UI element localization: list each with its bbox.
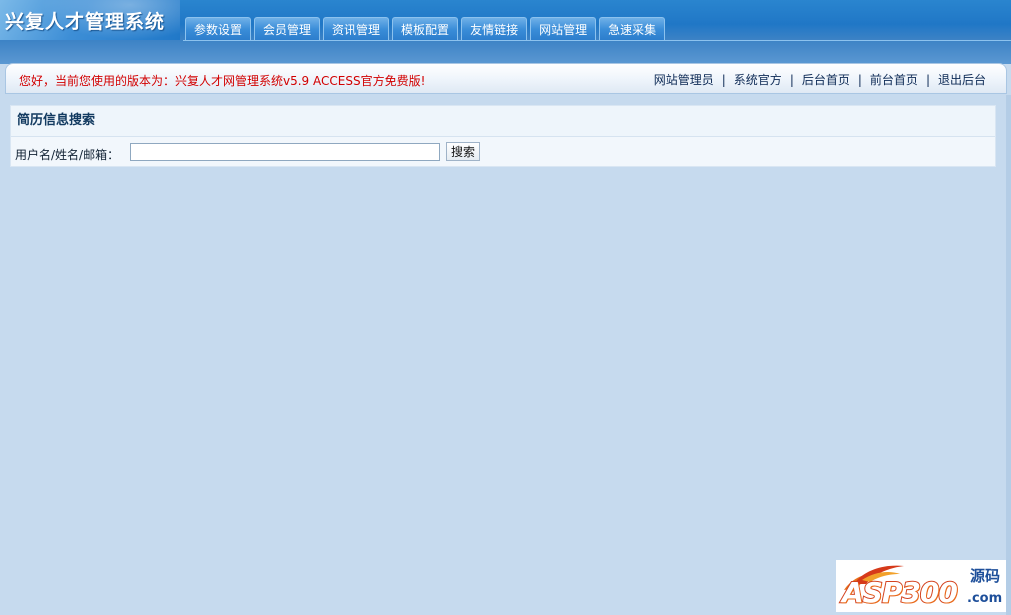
search-row: 用户名/姓名/邮箱： 搜索 bbox=[11, 137, 995, 167]
asp300-watermark-logo: ASP300 源码 .com bbox=[836, 560, 1006, 612]
nav-tab-news[interactable]: 资讯管理 bbox=[323, 17, 390, 41]
nav-tab-members[interactable]: 会员管理 bbox=[254, 17, 321, 41]
nav-baseline bbox=[183, 40, 1011, 41]
nav-tab-quick-collect[interactable]: 急速采集 bbox=[599, 17, 666, 41]
link-official-site[interactable]: 系统官方 bbox=[734, 71, 782, 88]
link-site-admin[interactable]: 网站管理员 bbox=[654, 71, 714, 88]
search-field-label: 用户名/姓名/邮箱： bbox=[15, 148, 120, 162]
welcome-message: 您好，当前您使用的版本为：兴复人才网管理系统v5.9 ACCESS官方免费版! bbox=[19, 74, 426, 88]
nav-tab-params[interactable]: 参数设置 bbox=[185, 17, 252, 41]
link-separator: | bbox=[857, 72, 862, 87]
link-logout[interactable]: 退出后台 bbox=[938, 71, 986, 88]
resume-search-panel: 简历信息搜索 用户名/姓名/邮箱： 搜索 bbox=[10, 105, 996, 167]
app-logo: 兴复人才管理系统 bbox=[0, 0, 180, 40]
info-bar: 您好，当前您使用的版本为：兴复人才网管理系统v5.9 ACCESS官方免费版! … bbox=[5, 63, 1007, 94]
link-separator: | bbox=[721, 72, 726, 87]
link-admin-home[interactable]: 后台首页 bbox=[802, 71, 850, 88]
watermark-main-text: ASP300 bbox=[841, 575, 959, 610]
link-front-home[interactable]: 前台首页 bbox=[870, 71, 918, 88]
search-button[interactable]: 搜索 bbox=[446, 142, 480, 161]
panel-title: 简历信息搜索 bbox=[11, 106, 995, 137]
app-title: 兴复人才管理系统 bbox=[5, 11, 166, 33]
right-frame-edge bbox=[1006, 95, 1011, 615]
watermark-side-text: 源码 bbox=[970, 567, 1001, 585]
nav-tab-site-admin[interactable]: 网站管理 bbox=[530, 17, 597, 41]
main-nav: 参数设置 会员管理 资讯管理 模板配置 友情链接 网站管理 急速采集 bbox=[185, 17, 666, 41]
top-header: 兴复人才管理系统 参数设置 会员管理 资讯管理 模板配置 友情链接 网站管理 急… bbox=[0, 0, 1011, 64]
nav-tab-templates[interactable]: 模板配置 bbox=[392, 17, 459, 41]
search-input[interactable] bbox=[130, 143, 440, 161]
watermark-domain-text: .com bbox=[967, 591, 1003, 606]
top-links: 网站管理员 | 系统官方 | 后台首页 | 前台首页 | 退出后台 bbox=[654, 71, 986, 88]
link-separator: | bbox=[925, 72, 930, 87]
nav-tab-friend-links[interactable]: 友情链接 bbox=[461, 17, 528, 41]
link-separator: | bbox=[789, 72, 794, 87]
